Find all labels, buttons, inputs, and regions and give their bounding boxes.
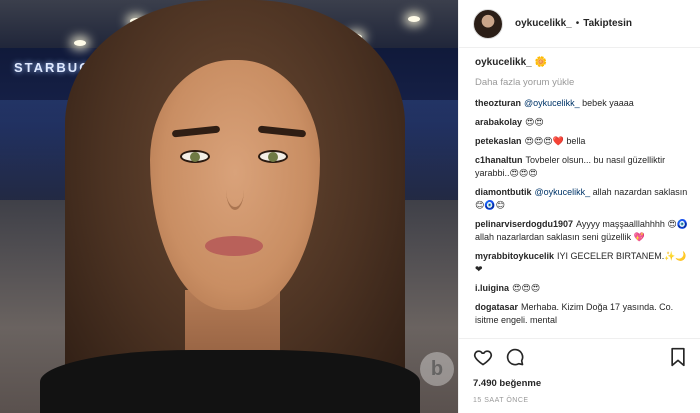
comment-item: diamontbutik @oykucelikk_ allah nazardan … xyxy=(475,186,691,212)
post-header: oykucelikk_ • Takiptesin xyxy=(459,0,700,48)
post-side-panel: oykucelikk_ • Takiptesin oykucelikk_ 🌼 D… xyxy=(458,0,700,413)
comment-item: c1hanaltun Tovbeler olsun... bu nasıl güz… xyxy=(475,154,691,180)
eye-left xyxy=(180,150,210,163)
comment-text: 😍😍 xyxy=(525,117,544,127)
comment-mention[interactable]: @oykucelikk_ xyxy=(535,187,591,197)
post-actions: 7.490 beğenme 15 SAAT ÖNCE xyxy=(459,338,700,413)
caption-text: 🌼 xyxy=(534,57,547,68)
follow-status[interactable]: Takiptesin xyxy=(583,18,632,29)
comment-mention[interactable]: @oykucelikk_ xyxy=(524,98,580,108)
action-icons xyxy=(473,347,687,369)
ceiling-light xyxy=(74,40,86,46)
avatar[interactable] xyxy=(473,8,503,39)
comment-text: 😍😍😍 xyxy=(512,283,541,293)
comment-username[interactable]: diamontbutik xyxy=(475,187,532,197)
comment-username[interactable]: c1hanaltun xyxy=(475,155,523,165)
caption: oykucelikk_ 🌼 xyxy=(475,57,691,68)
ceiling-light xyxy=(408,16,420,22)
post-photo[interactable]: STARBUCKS CO b xyxy=(0,0,458,413)
like-count[interactable]: 7.490 beğenme xyxy=(473,378,687,389)
comment-username[interactable]: arabakolay xyxy=(475,117,522,127)
shirt xyxy=(40,350,420,413)
lips xyxy=(205,236,263,256)
caption-username[interactable]: oykucelikk_ xyxy=(475,57,532,68)
comment-text: 😍😍😍❤️ bella xyxy=(524,136,586,146)
header-username[interactable]: oykucelikk_ xyxy=(515,18,572,29)
comment-item: i.luigina 😍😍😍 xyxy=(475,282,691,295)
eye-right xyxy=(258,150,288,163)
heart-icon[interactable] xyxy=(473,347,493,367)
nose xyxy=(226,170,244,210)
comment-icon[interactable] xyxy=(505,347,525,367)
bookmark-icon[interactable] xyxy=(669,347,687,367)
comment-item: myrabbitoykucelik IYI GECELER BIRTANEM.✨🌙… xyxy=(475,250,691,276)
comment-username[interactable]: i.luigina xyxy=(475,283,509,293)
comment-item: pelinarviserdogdu1907 Ayyyy maşşaalllahhh… xyxy=(475,218,691,244)
comments-list[interactable]: oykucelikk_ 🌼 Daha fazla yorum yükle the… xyxy=(459,48,700,338)
comment-item: arabakolay 😍😍 xyxy=(475,116,691,129)
comment-item: petekaslan 😍😍😍❤️ bella xyxy=(475,135,691,148)
watermark-logo: b xyxy=(420,352,454,386)
comment-username[interactable]: pelinarviserdogdu1907 xyxy=(475,219,573,229)
comment-username[interactable]: petekaslan xyxy=(475,136,522,146)
comment-item: theozturan @oykucelikk_ bebek yaaaa xyxy=(475,97,691,110)
comment-username[interactable]: myrabbitoykucelik xyxy=(475,251,554,261)
separator-dot: • xyxy=(575,18,580,29)
comment-item: dogatasar Merhaba. Kizim Doğa 17 yasında.… xyxy=(475,301,691,327)
post-timestamp: 15 SAAT ÖNCE xyxy=(473,397,529,404)
comment-username[interactable]: dogatasar xyxy=(475,302,518,312)
comment-username[interactable]: theozturan xyxy=(475,98,521,108)
comment-text: bebek yaaaa xyxy=(579,98,634,108)
load-more-comments[interactable]: Daha fazla yorum yükle xyxy=(475,77,691,88)
